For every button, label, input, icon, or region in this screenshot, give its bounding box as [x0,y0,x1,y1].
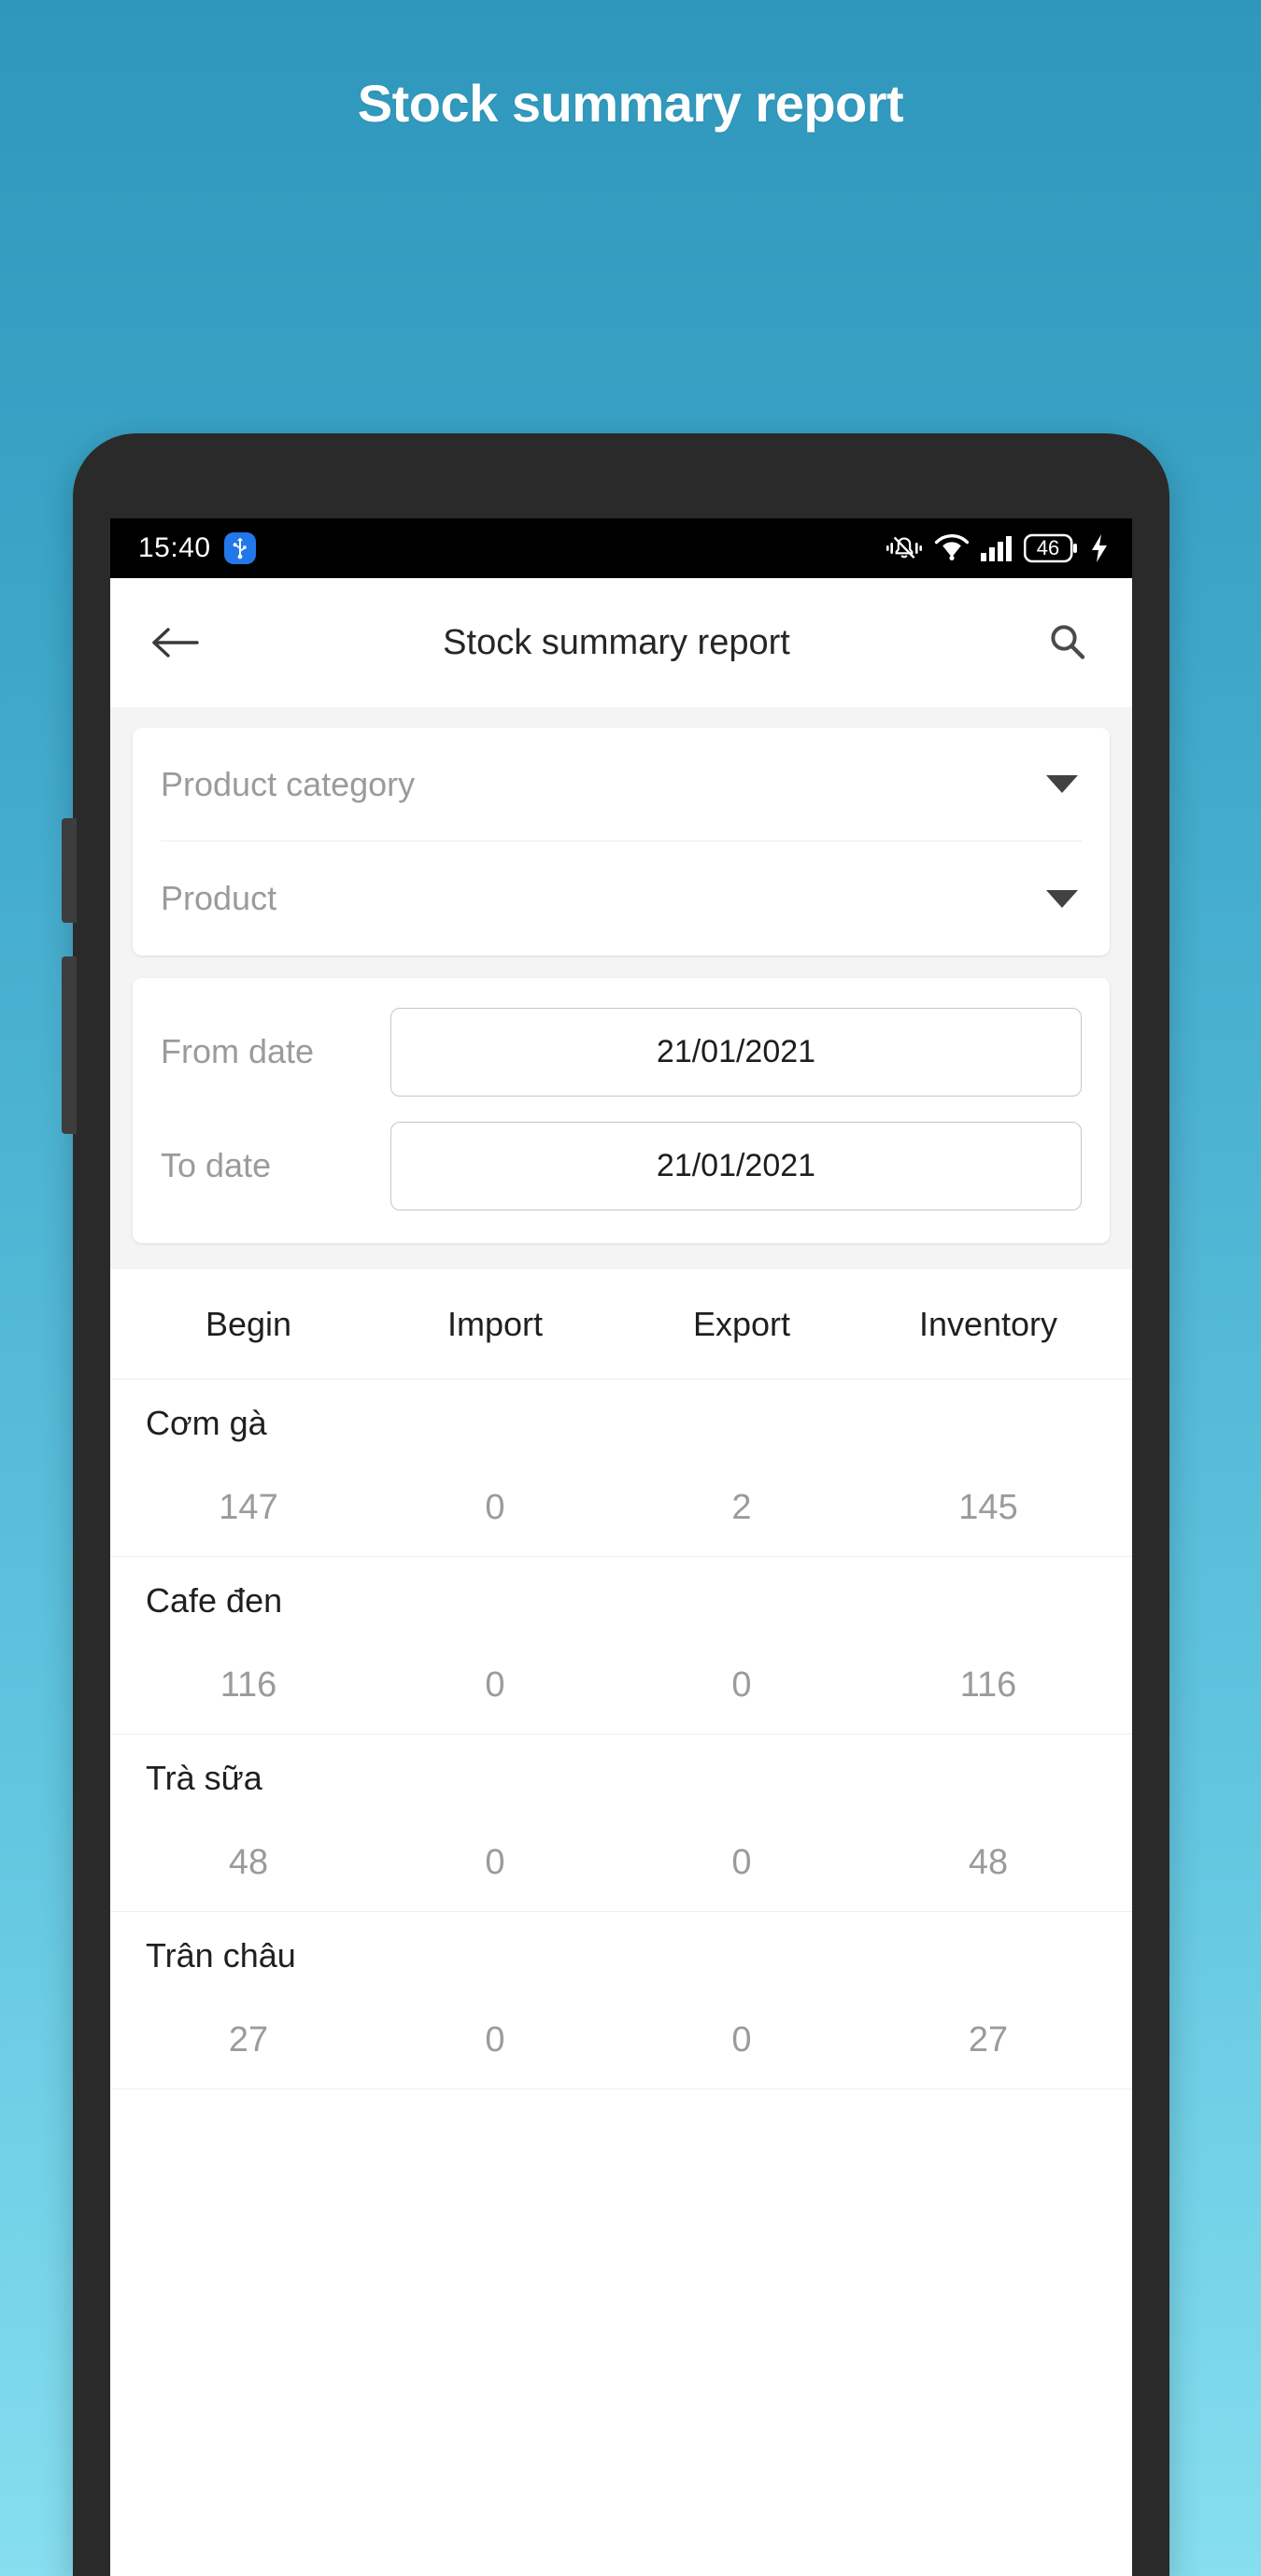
product-select[interactable]: Product [161,842,1082,955]
from-date-row: From date 21/01/2021 [161,1000,1082,1103]
column-header-import: Import [446,1304,544,1343]
cell-import: 0 [485,1665,505,1705]
product-name: Cơm gà [146,1404,267,1442]
cell-begin: 48 [228,1843,269,1882]
cellular-signal-icon [981,534,1013,562]
product-category-select[interactable]: Product category [161,728,1082,842]
from-date-input[interactable]: 21/01/2021 [390,1007,1082,1097]
wifi-icon [934,534,970,562]
vibrate-icon [886,532,923,564]
battery-icon: 46 [1024,533,1078,563]
search-icon[interactable] [1035,621,1100,664]
cell-export: 0 [731,2020,752,2059]
cell-export: 0 [731,1843,752,1882]
table-row[interactable]: Cơm gà 147 0 2 145 [110,1380,1132,1557]
product-category-label: Product category [161,764,416,803]
status-bar-left: 15:40 [138,532,256,564]
cell-begin: 27 [228,2020,269,2059]
cell-import: 0 [485,2020,505,2059]
product-name: Trà sữa [146,1759,262,1797]
column-header-export: Export [692,1304,791,1343]
to-date-row: To date 21/01/2021 [161,1114,1082,1217]
table-row[interactable]: Cafe đen 116 0 0 116 [110,1557,1132,1734]
charging-bolt-icon [1089,533,1110,563]
to-date-label: To date [161,1146,272,1184]
to-date-input[interactable]: 21/01/2021 [390,1121,1082,1210]
table-row-values: 27 0 0 27 [125,2020,1112,2060]
chevron-down-icon [1046,889,1078,908]
cell-export: 2 [731,1488,752,1527]
volume-down-button[interactable] [62,956,77,1134]
cell-export: 0 [731,1665,752,1705]
date-range-card: From date 21/01/2021 To date 21/01/2021 [133,978,1110,1243]
table-row[interactable]: Trà sữa 48 0 0 48 [110,1734,1132,1912]
usb-icon [223,532,256,564]
phone-frame: 15:40 46 Stock summary report Product ca… [62,433,1169,2576]
cell-inventory: 145 [958,1488,1018,1527]
battery-level-label: 46 [1036,536,1060,559]
product-name: Trân châu [146,1936,296,1974]
chevron-down-icon [1046,775,1078,793]
cell-begin: 147 [219,1488,278,1527]
stock-table: Begin Import Export Inventory Cơm gà 147… [110,1269,1132,2089]
table-row-values: 147 0 2 145 [125,1488,1112,1528]
app-bar-title: Stock summary report [443,622,790,662]
status-bar-clock: 15:40 [138,532,211,563]
cell-inventory: 116 [959,1665,1017,1705]
table-row-values: 48 0 0 48 [125,1843,1112,1883]
column-header-begin: Begin [205,1304,292,1343]
filters-section: Product category Product From date 21/01… [110,707,1132,1269]
cell-import: 0 [485,1843,505,1882]
cell-inventory: 27 [968,2020,1009,2059]
table-row-values: 116 0 0 116 [125,1665,1112,1706]
status-bar-right: 46 [886,532,1110,564]
page-title: Stock summary report [357,74,904,133]
app-bar: Stock summary report [110,578,1132,707]
table-row[interactable]: Trân châu 27 0 0 27 [110,1912,1132,2089]
phone-screen: 15:40 46 Stock summary report Product ca… [110,518,1132,2576]
status-bar: 15:40 46 [110,518,1132,578]
selects-card: Product category Product [133,728,1110,955]
cell-begin: 116 [220,1665,277,1705]
volume-up-button[interactable] [62,818,77,923]
product-name: Cafe đen [146,1581,283,1620]
cell-inventory: 48 [968,1843,1009,1882]
table-header-row: Begin Import Export Inventory [110,1269,1132,1380]
column-header-inventory: Inventory [918,1304,1058,1343]
cell-import: 0 [485,1488,505,1527]
product-label: Product [161,879,277,917]
from-date-label: From date [161,1032,315,1070]
